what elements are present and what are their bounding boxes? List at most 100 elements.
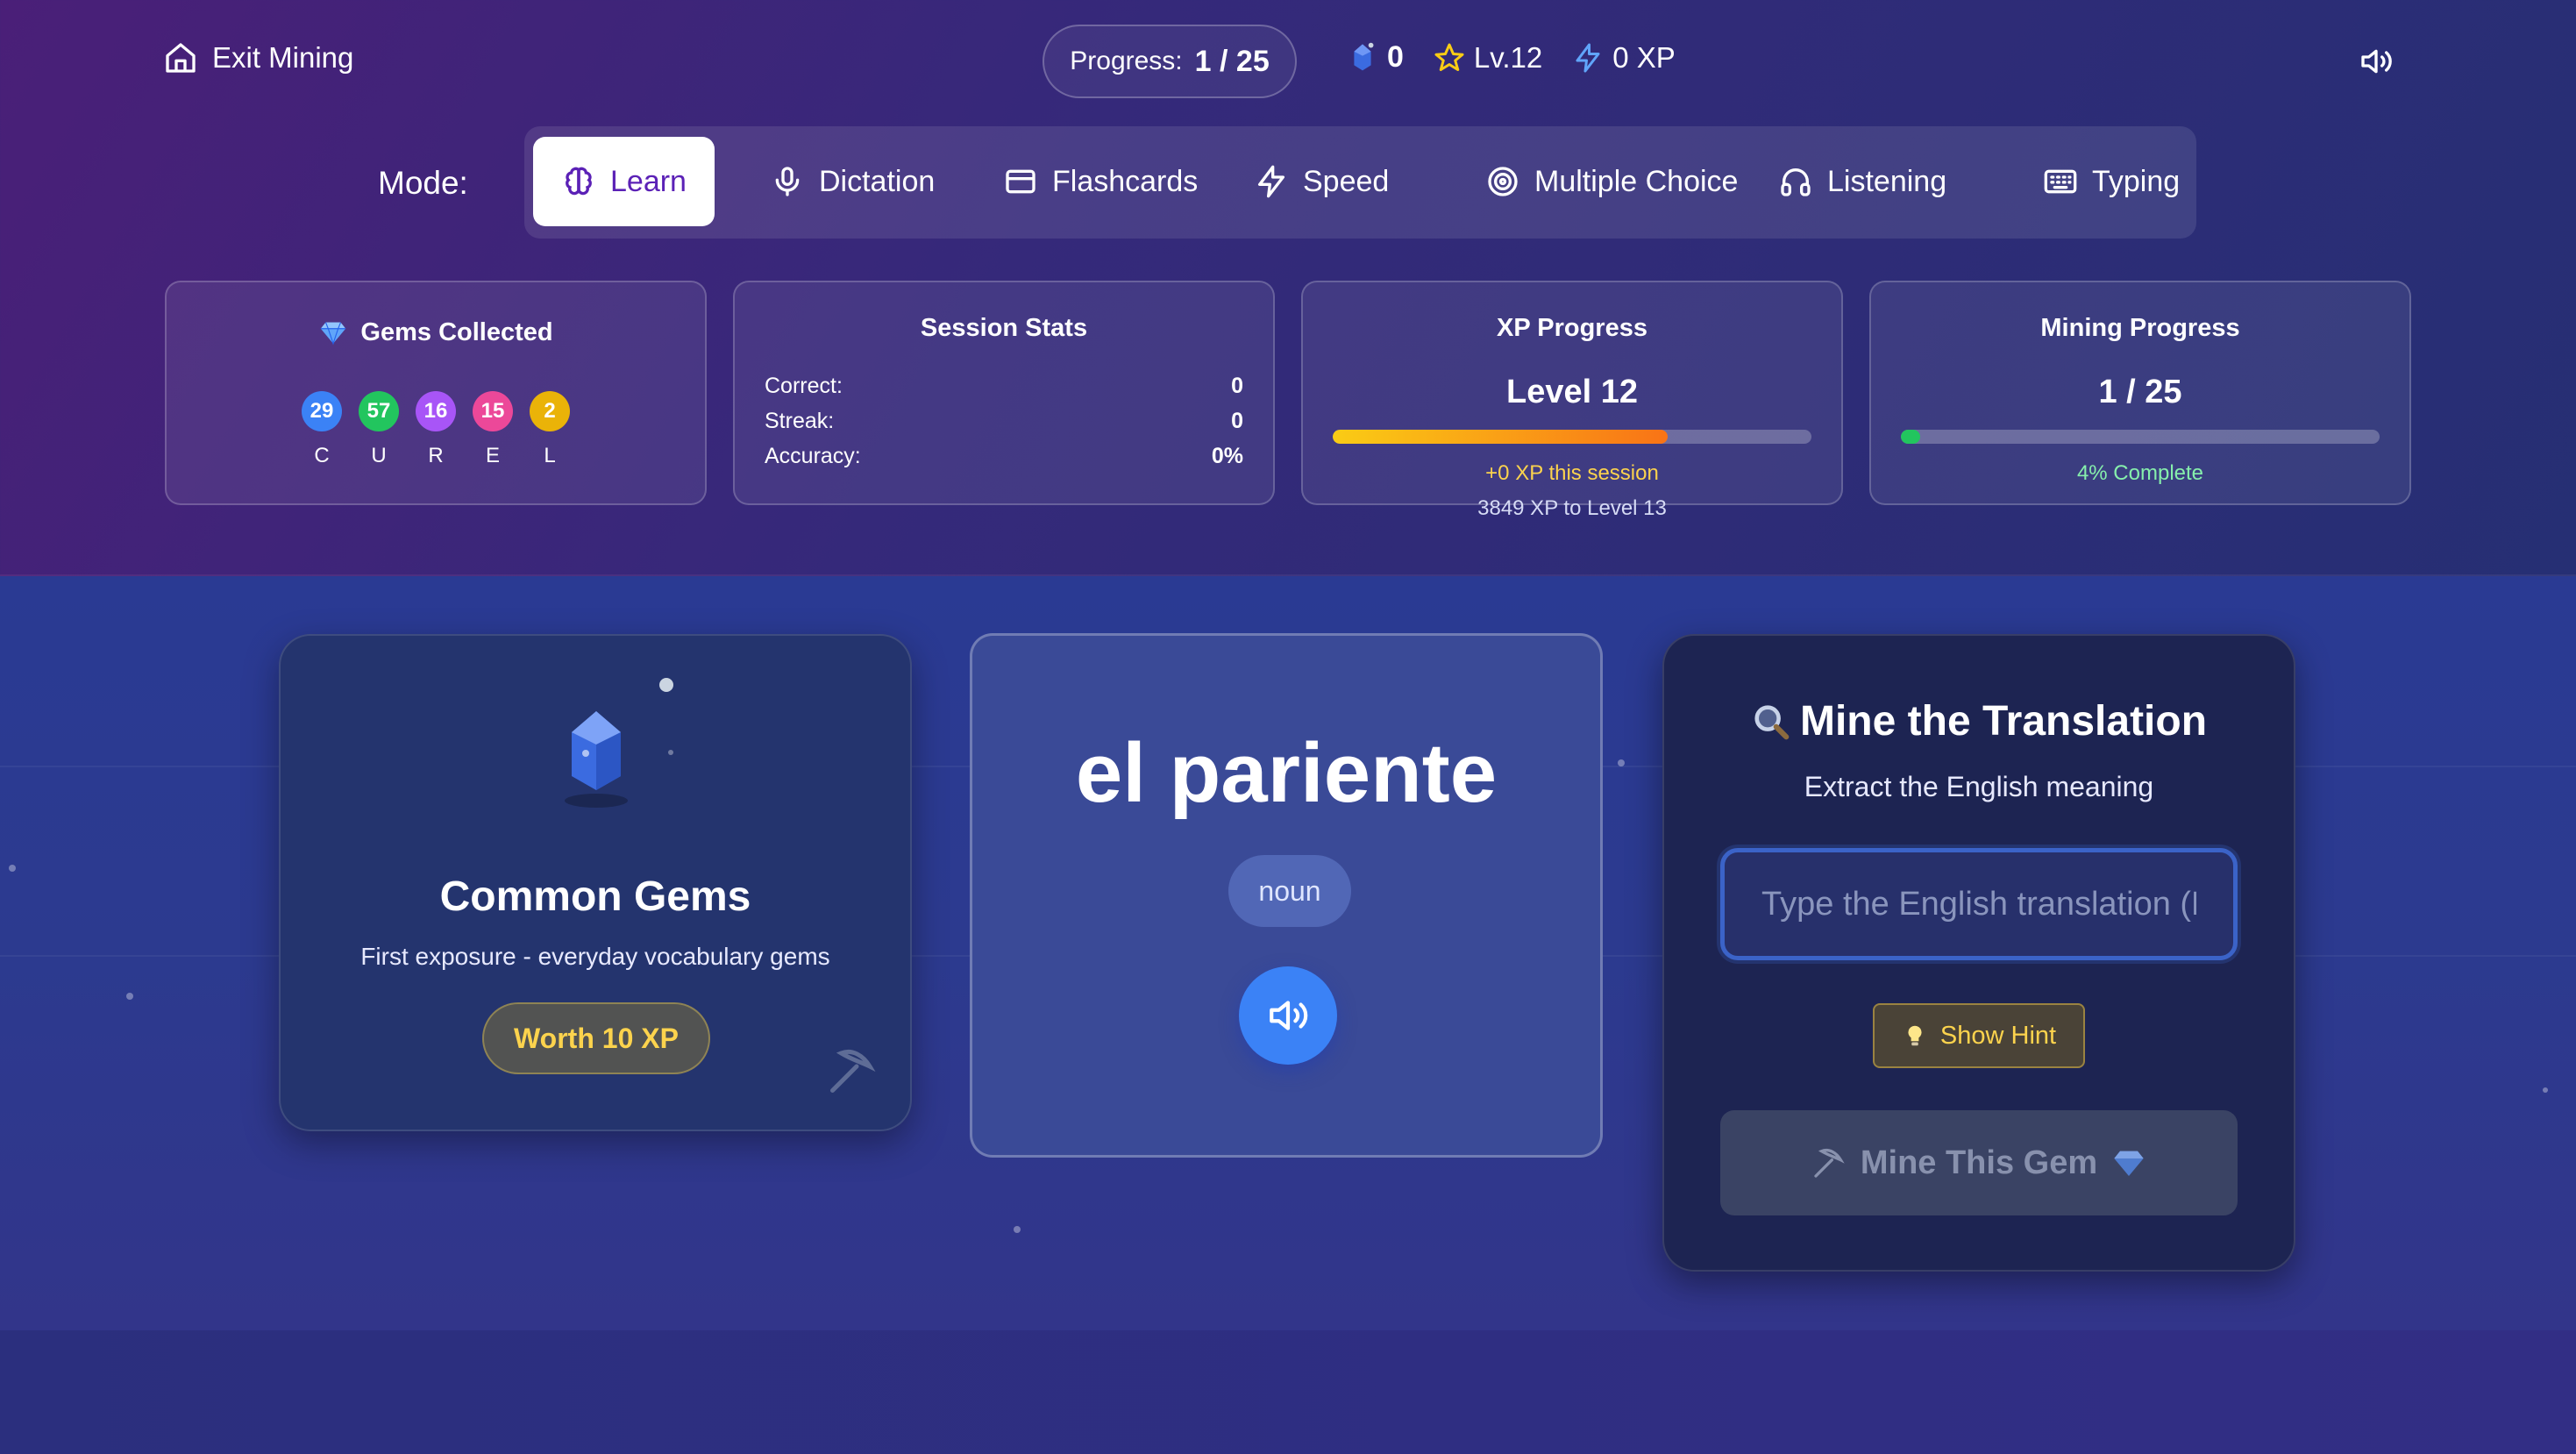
stat-row-streak: Streak: 0 bbox=[765, 409, 1243, 434]
pickaxe-icon bbox=[1814, 1148, 1845, 1178]
session-stats-card: Session Stats Correct: 0 Streak: 0 Accur… bbox=[733, 281, 1275, 505]
tab-learn[interactable]: Learn bbox=[533, 137, 715, 226]
rarity-epic: 15 E bbox=[473, 391, 513, 468]
mine-this-gem-button[interactable]: Mine This Gem bbox=[1720, 1110, 2238, 1215]
mine-this-gem-label: Mine This Gem bbox=[1860, 1144, 2098, 1181]
sparkle-dot bbox=[659, 678, 673, 692]
xp-progress-title: XP Progress bbox=[1497, 314, 1647, 342]
tab-dictation[interactable]: Dictation bbox=[742, 137, 963, 226]
brain-icon bbox=[566, 167, 592, 196]
rarity-letter: R bbox=[428, 444, 444, 467]
crystal-icon bbox=[565, 711, 628, 808]
stat-value: 0% bbox=[1211, 444, 1243, 468]
diamond-icon bbox=[2114, 1151, 2144, 1176]
sparkle-speck bbox=[2543, 1087, 2548, 1093]
sound-toggle-icon[interactable] bbox=[2359, 44, 2394, 79]
vocabulary-word: el pariente bbox=[1075, 726, 1498, 820]
tab-multiple-choice[interactable]: Multiple Choice bbox=[1457, 137, 1766, 226]
exit-mining-label: Exit Mining bbox=[212, 41, 354, 74]
lightbulb-icon bbox=[1908, 1025, 1922, 1046]
tab-flashcards-label: Flashcards bbox=[1052, 164, 1199, 198]
footer-band bbox=[0, 1330, 2576, 1454]
progress-value: 1 / 25 bbox=[1194, 44, 1270, 78]
speaker-icon bbox=[1270, 1001, 1308, 1030]
gem-counter: 0 bbox=[1347, 40, 1404, 75]
mining-progress-fill bbox=[1901, 430, 1920, 444]
mining-complete-note: 4% Complete bbox=[2076, 461, 2204, 485]
gem-rarity-card: Common Gems First exposure - everyday vo… bbox=[279, 634, 912, 1131]
stat-label: Streak: bbox=[765, 409, 835, 433]
xp-session-note: +0 XP this session bbox=[1485, 461, 1659, 485]
exit-mining-button[interactable]: Exit Mining bbox=[163, 40, 353, 75]
target-icon bbox=[1488, 167, 1518, 196]
show-hint-button[interactable]: Show Hint bbox=[1873, 1003, 2085, 1068]
headphones-icon bbox=[1781, 168, 1811, 196]
rarity-letter: L bbox=[544, 444, 556, 467]
translation-input[interactable] bbox=[1720, 848, 2238, 960]
level-badge-text: Lv.12 bbox=[1473, 40, 1543, 74]
home-icon bbox=[166, 43, 196, 73]
tab-listening[interactable]: Listening bbox=[1750, 137, 1975, 226]
xp-progress-bar bbox=[1333, 430, 1811, 444]
tab-flashcards[interactable]: Flashcards bbox=[975, 137, 1226, 226]
rarity-letter: C bbox=[314, 444, 330, 467]
stat-label: Correct: bbox=[765, 374, 843, 398]
tab-dictation-label: Dictation bbox=[819, 164, 936, 198]
rarity-count: 15 bbox=[473, 391, 513, 431]
mode-label: Mode: bbox=[378, 165, 468, 201]
rarity-letter: E bbox=[485, 444, 500, 467]
tab-listening-label: Listening bbox=[1827, 164, 1947, 198]
xp-next-level-note: 3849 XP to Level 13 bbox=[1477, 496, 1667, 520]
xp-worth-badge: Worth 10 XP bbox=[482, 1002, 710, 1074]
sparkle-speck bbox=[1618, 759, 1625, 766]
sparkle-dot bbox=[668, 750, 673, 755]
tab-typing-label: Typing bbox=[2092, 164, 2181, 198]
rarity-legendary: 2 L bbox=[530, 391, 570, 468]
lightning-icon bbox=[1258, 165, 1284, 198]
sparkle-speck bbox=[126, 993, 133, 1000]
gems-collected-card: Gems Collected 29 C 57 U 16 R 15 E 2 L bbox=[165, 281, 707, 505]
sparkle-speck bbox=[1014, 1226, 1021, 1233]
mining-progress-card: Mining Progress 1 / 25 4% Complete bbox=[1869, 281, 2411, 505]
tab-learn-label: Learn bbox=[610, 164, 687, 198]
gem-count: 0 bbox=[1387, 40, 1404, 74]
pronounce-button[interactable] bbox=[1239, 966, 1337, 1065]
rarity-letter: U bbox=[371, 444, 387, 467]
word-card: el pariente noun bbox=[970, 633, 1603, 1158]
level-badge: Lv.12 bbox=[1434, 41, 1542, 75]
xp-badge: 0 XP bbox=[1572, 41, 1676, 75]
mining-progress-title: Mining Progress bbox=[2040, 314, 2240, 342]
gem-icon bbox=[1354, 42, 1374, 70]
progress-label: Progress: bbox=[1070, 46, 1183, 75]
tab-speed-label: Speed bbox=[1303, 164, 1390, 198]
tab-typing[interactable]: Typing bbox=[2015, 137, 2208, 226]
tab-speed[interactable]: Speed bbox=[1226, 137, 1417, 226]
stat-value: 0 bbox=[1231, 374, 1243, 398]
rarity-rare: 16 R bbox=[416, 391, 456, 468]
mode-selector: Learn Dictation Flashcards Speed Multipl… bbox=[524, 126, 2196, 239]
stat-label: Accuracy: bbox=[765, 444, 861, 468]
rarity-count: 57 bbox=[359, 391, 399, 431]
translation-card: Mine the Translation Extract the English… bbox=[1662, 634, 2295, 1272]
rarity-counts: 29 C 57 U 16 R 15 E 2 L bbox=[167, 391, 705, 468]
xp-badge-text: 0 XP bbox=[1612, 40, 1676, 74]
rarity-count: 2 bbox=[530, 391, 570, 431]
stat-value: 0 bbox=[1231, 409, 1243, 433]
rarity-count: 29 bbox=[302, 391, 342, 431]
xp-level: Level 12 bbox=[1506, 374, 1638, 410]
part-of-speech-badge: noun bbox=[1228, 855, 1351, 927]
session-stats-title: Session Stats bbox=[920, 314, 1088, 342]
translation-card-heading: Mine the Translation bbox=[1664, 697, 2294, 745]
mining-progress-value: 1 / 25 bbox=[2098, 374, 2182, 410]
xp-progress-fill bbox=[1333, 430, 1669, 444]
gem-card-title: Common Gems bbox=[439, 873, 751, 920]
diamond-icon bbox=[321, 322, 346, 346]
translation-card-subtitle: Extract the English meaning bbox=[1804, 771, 2154, 802]
stat-row-accuracy: Accuracy: 0% bbox=[765, 444, 1243, 469]
translation-card-title: Mine the Translation bbox=[1799, 698, 2208, 745]
sparkle-speck bbox=[9, 865, 16, 872]
rarity-count: 16 bbox=[416, 391, 456, 431]
gems-collected-title: Gems Collected bbox=[360, 317, 553, 346]
microphone-icon bbox=[775, 167, 800, 196]
progress-indicator: Progress: 1 / 25 bbox=[1042, 25, 1297, 98]
